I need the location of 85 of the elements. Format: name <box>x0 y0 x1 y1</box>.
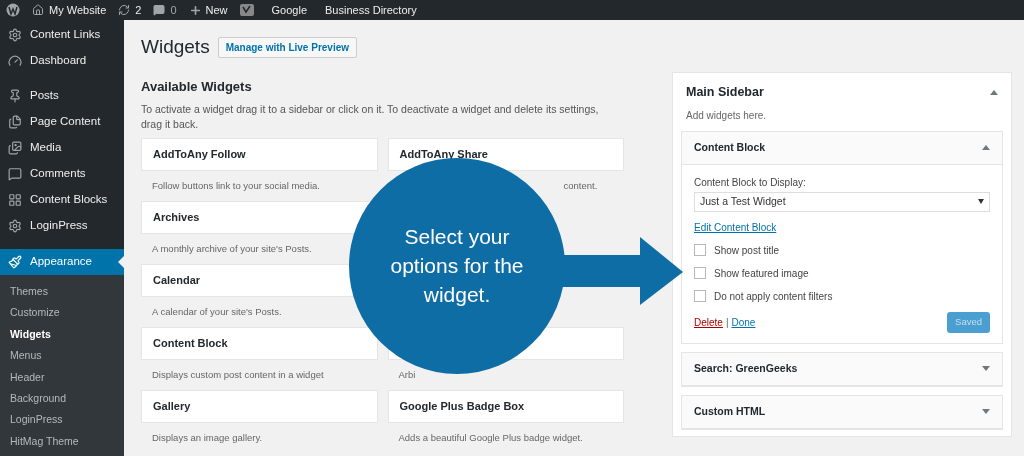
widget-description: Adds a beautiful Google Plus badge widget. <box>398 430 583 445</box>
checkbox-label: Show post title <box>714 243 780 258</box>
plus-icon <box>188 3 202 17</box>
submenu-item[interactable]: Background <box>0 387 124 410</box>
dropdown-arrow-icon <box>978 199 984 205</box>
widget-card[interactable]: Google Plus Badge Box <box>387 389 624 423</box>
widget-card[interactable]: AddToAny Follow <box>141 137 378 171</box>
checkbox-label: Show featured image <box>714 266 809 281</box>
delete-link[interactable]: Delete <box>694 314 723 330</box>
submenu-item[interactable]: Themes <box>0 281 124 303</box>
section-heading: Available Widgets <box>141 78 253 96</box>
grid-icon <box>8 193 22 207</box>
widget-description: Arbi <box>398 367 416 382</box>
caret-down-icon[interactable] <box>982 366 990 372</box>
live-preview-button[interactable]: Manage with Live Preview <box>217 36 357 58</box>
widget-title: AddToAny Follow <box>153 146 246 162</box>
submenu-item[interactable]: Customize <box>0 302 124 324</box>
widget-title: AddToAny Share <box>399 146 488 162</box>
widget-title[interactable]: Content Block <box>694 139 766 156</box>
toolbar-link[interactable]: Business Directory <box>325 1 417 19</box>
logo-icon[interactable] <box>6 3 20 17</box>
page-title: Widgets <box>141 34 210 59</box>
menu-item[interactable]: Media <box>0 135 124 161</box>
menu-item[interactable]: Content Links <box>0 22 124 48</box>
caret-up-icon[interactable] <box>990 89 998 95</box>
link-separator: | <box>725 315 729 330</box>
gauge-icon <box>8 54 22 68</box>
new-link[interactable]: New <box>188 1 228 19</box>
menu-item[interactable]: LoginPress <box>0 213 124 239</box>
widget-title[interactable]: Search: GreenGeeks <box>694 360 798 377</box>
submenu-item[interactable]: Header <box>0 366 124 388</box>
select-field[interactable]: Just a Test Widget <box>694 191 990 212</box>
panel-title: Main Sidebar <box>686 84 764 101</box>
section-description: To activate a widget drag it to a sidebar or click on it. To deactivate a widget and delete its settings, drag it back. <box>141 101 600 132</box>
plugin-icon[interactable] <box>239 4 254 16</box>
comments-link[interactable]: 0 <box>153 1 177 19</box>
menu-item[interactable]: Posts <box>0 83 124 109</box>
gear-icon <box>8 219 22 233</box>
widget-description: Follow buttons link to your social media. <box>152 178 320 193</box>
menu-item[interactable]: Appearance <box>0 249 124 275</box>
submenu-item[interactable]: LoginPress <box>0 409 124 431</box>
widget-description: A monthly archive of your site's Posts. <box>152 241 312 256</box>
refresh-icon <box>118 4 131 16</box>
toolbar-link[interactable]: Google <box>271 1 307 19</box>
widget-title: Content Block <box>153 335 228 351</box>
menu-item[interactable]: Dashboard <box>0 48 124 74</box>
caret-up-icon[interactable] <box>982 145 990 151</box>
widget-title: Calendar <box>153 272 201 288</box>
widget-description: content. <box>563 178 598 193</box>
checkbox-label: Do not apply content filters <box>714 289 833 304</box>
menu-item[interactable]: Comments <box>0 161 124 187</box>
widget-title: Gallery <box>153 398 191 414</box>
speech-bubble-icon <box>153 4 166 16</box>
checkbox[interactable] <box>694 267 706 280</box>
submenu-item[interactable]: HitMag Theme <box>0 430 124 453</box>
widget-description: Displays custom post content in a widget <box>152 367 324 382</box>
field-label: Content Block to Display: <box>694 175 807 190</box>
checkbox[interactable] <box>694 244 706 257</box>
caret-down-icon[interactable] <box>982 409 990 415</box>
widget-description: Displays an image gallery. <box>152 430 263 445</box>
panel-description: Add widgets here. <box>685 108 768 123</box>
menu-item[interactable]: Page Content <box>0 109 124 135</box>
pin-icon <box>8 89 22 103</box>
menu-item[interactable]: Content Blocks <box>0 187 124 213</box>
home-icon <box>32 4 44 16</box>
widget-card[interactable]: Gallery <box>141 389 378 423</box>
brush-icon <box>8 255 22 269</box>
edit-link[interactable]: Edit Content Block <box>694 219 777 235</box>
updates-link[interactable]: 2 <box>118 1 142 19</box>
current-indicator-icon <box>118 256 124 268</box>
widget-card[interactable]: Content Block <box>141 326 378 360</box>
gear-icon <box>8 28 22 42</box>
widget-title: Google Plus Badge Box <box>399 398 525 414</box>
speech-bubble-icon <box>8 167 22 181</box>
widget-description: A calendar of your site's Posts. <box>152 304 282 319</box>
submenu-item[interactable]: Widgets <box>0 323 124 346</box>
pages-icon <box>8 115 22 129</box>
widget-title: Archives <box>153 209 200 225</box>
done-link[interactable]: Done <box>731 314 756 330</box>
callout-text: Select your options for the widget. <box>389 224 525 308</box>
checkbox[interactable] <box>694 290 706 303</box>
images-icon <box>8 141 22 155</box>
widget-title[interactable]: Custom HTML <box>694 403 766 420</box>
site-link[interactable]: My Website <box>32 1 107 19</box>
submenu-item[interactable]: Menus <box>0 345 124 367</box>
